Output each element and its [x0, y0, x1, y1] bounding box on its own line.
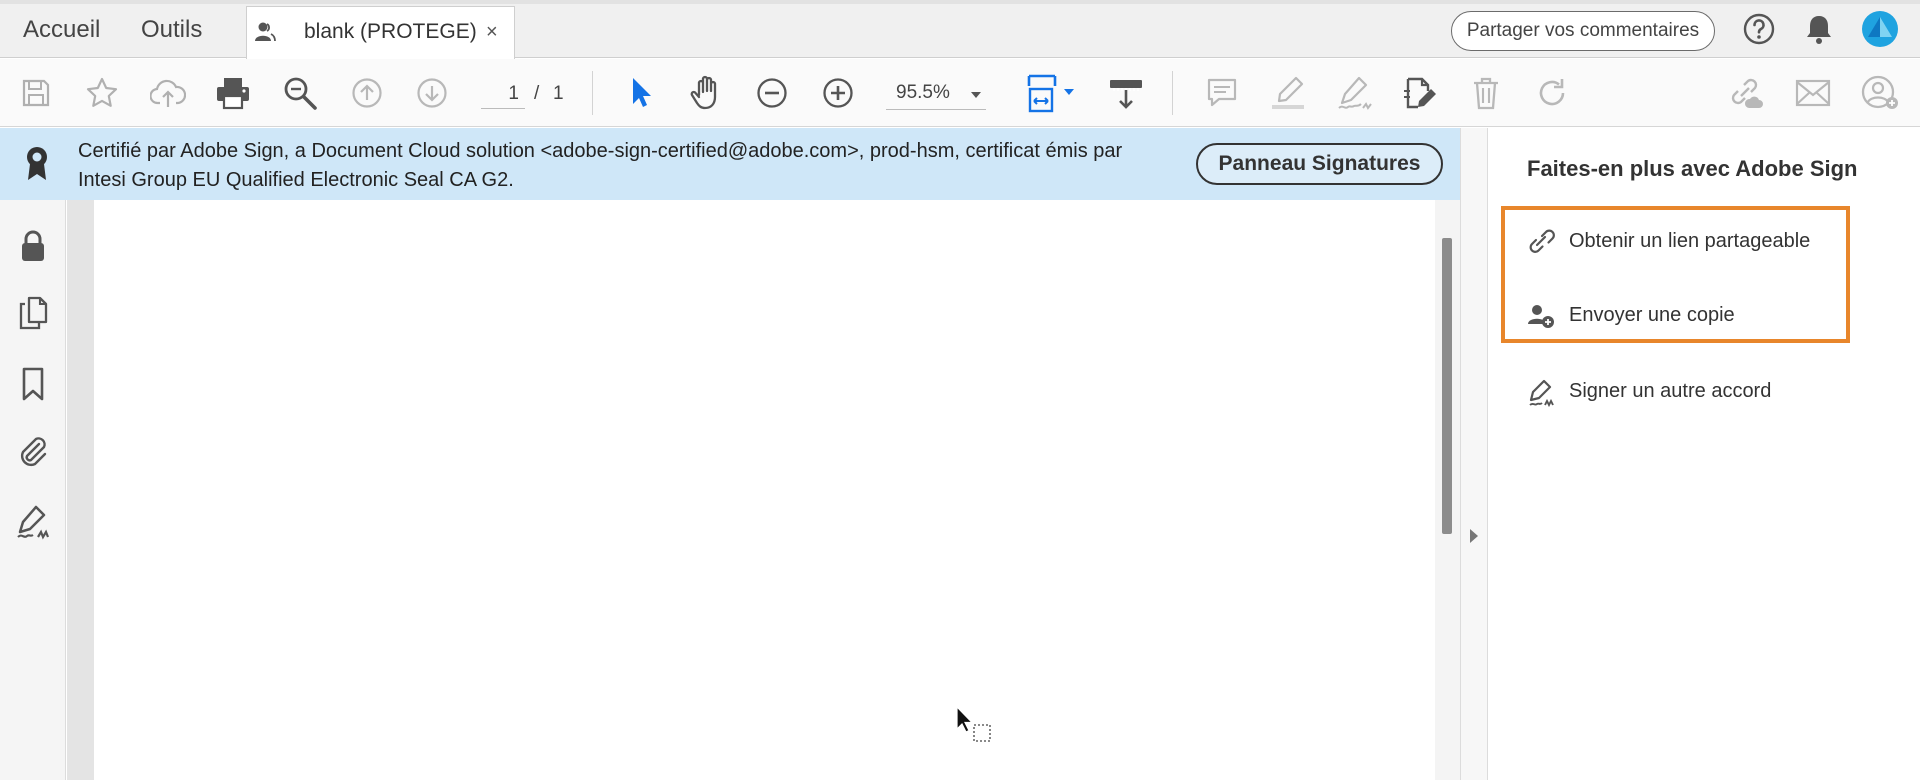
certificate-ribbon-icon: [22, 145, 52, 183]
sign-another-agreement-item[interactable]: Signer un autre accord: [1527, 372, 1867, 412]
document-page[interactable]: [94, 200, 1436, 780]
signatures-panel-button[interactable]: Panneau Signatures: [1196, 143, 1443, 185]
print-icon[interactable]: [213, 73, 253, 113]
shared-user-icon: [254, 21, 276, 43]
page-total: 1: [553, 83, 564, 104]
toolbar-divider: [1172, 71, 1173, 115]
redo-icon[interactable]: [1532, 73, 1572, 113]
trash-icon[interactable]: [1466, 73, 1506, 113]
document-tab-title: blank (PROTEGE): [304, 20, 477, 43]
vertical-scrollbar[interactable]: [1435, 200, 1460, 780]
sign-pen-icon: [1527, 379, 1557, 407]
attachment-icon[interactable]: [13, 432, 53, 472]
mouse-pointer-icon: [955, 705, 995, 745]
tab-bar: Accueil Outils blank (PROTEGE) × Partage…: [0, 0, 1920, 59]
upload-cloud-icon[interactable]: [148, 73, 188, 113]
chevron-down-icon: [970, 91, 982, 99]
zoom-level-value: 95.5%: [896, 82, 950, 103]
tab-document[interactable]: blank (PROTEGE) ×: [246, 6, 515, 59]
tab-home[interactable]: Accueil: [23, 10, 100, 50]
certification-text: Certifié par Adobe Sign, a Document Clou…: [78, 140, 1123, 191]
link-icon: [1527, 229, 1555, 255]
get-shareable-link-label: Obtenir un lien partageable: [1569, 230, 1811, 252]
scroll-mode-icon[interactable]: [1106, 73, 1146, 113]
avatar[interactable]: [1862, 11, 1898, 47]
fit-page-icon[interactable]: [1024, 73, 1080, 113]
add-user-icon: [1527, 303, 1555, 329]
zoom-level-select[interactable]: 95.5%: [886, 78, 986, 110]
zoom-in-icon[interactable]: [818, 73, 858, 113]
highlighter-icon[interactable]: [1268, 73, 1308, 113]
page-number-input[interactable]: [481, 79, 525, 109]
document-viewport[interactable]: [67, 200, 1460, 780]
mail-icon[interactable]: [1793, 73, 1833, 113]
signature-icon[interactable]: [13, 502, 53, 542]
page-separator: /: [534, 83, 540, 104]
share-comments-button[interactable]: Partager vos commentaires: [1451, 11, 1715, 51]
edit-pdf-icon[interactable]: [1400, 73, 1440, 113]
notifications-bell-icon[interactable]: [1802, 12, 1836, 46]
zoom-out-icon[interactable]: [752, 73, 792, 113]
bookmark-icon[interactable]: [13, 364, 53, 404]
tab-bar-top-line: [0, 0, 1920, 4]
adobe-sign-panel: Faites-en plus avec Adobe Sign Obtenir u…: [1489, 128, 1920, 780]
collapse-right-panel-icon[interactable]: [1469, 528, 1479, 544]
send-copy-item[interactable]: Envoyer une copie: [1527, 296, 1867, 336]
star-icon[interactable]: [82, 73, 122, 113]
toolbar: / 1 95.5%: [0, 59, 1920, 127]
hand-icon[interactable]: [687, 73, 727, 113]
comment-icon[interactable]: [1202, 73, 1242, 113]
scrollbar-thumb[interactable]: [1442, 238, 1452, 534]
pages-icon[interactable]: [13, 293, 53, 333]
lock-icon[interactable]: [13, 226, 53, 266]
save-icon[interactable]: [16, 73, 56, 113]
toolbar-divider: [592, 71, 593, 115]
close-tab-icon[interactable]: ×: [486, 22, 498, 42]
panel-title: Faites-en plus avec Adobe Sign: [1527, 156, 1858, 181]
arrow-down-icon[interactable]: [412, 73, 452, 113]
left-navigation-rail: [0, 128, 66, 780]
user-icon[interactable]: [1860, 73, 1900, 113]
zoom-search-icon[interactable]: [280, 73, 320, 113]
certification-banner: Certifié par Adobe Sign, a Document Clou…: [0, 128, 1460, 200]
sign-icon[interactable]: [1334, 73, 1374, 113]
right-panel-divider: [1460, 128, 1488, 780]
sign-another-agreement-label: Signer un autre accord: [1569, 380, 1772, 402]
send-copy-label: Envoyer une copie: [1569, 304, 1735, 326]
select-cursor-icon[interactable]: [622, 73, 662, 113]
help-icon[interactable]: [1742, 12, 1776, 46]
get-shareable-link-item[interactable]: Obtenir un lien partageable: [1527, 222, 1867, 262]
arrow-up-icon[interactable]: [347, 73, 387, 113]
share-link-icon[interactable]: [1726, 73, 1766, 113]
tab-tools[interactable]: Outils: [141, 10, 202, 50]
